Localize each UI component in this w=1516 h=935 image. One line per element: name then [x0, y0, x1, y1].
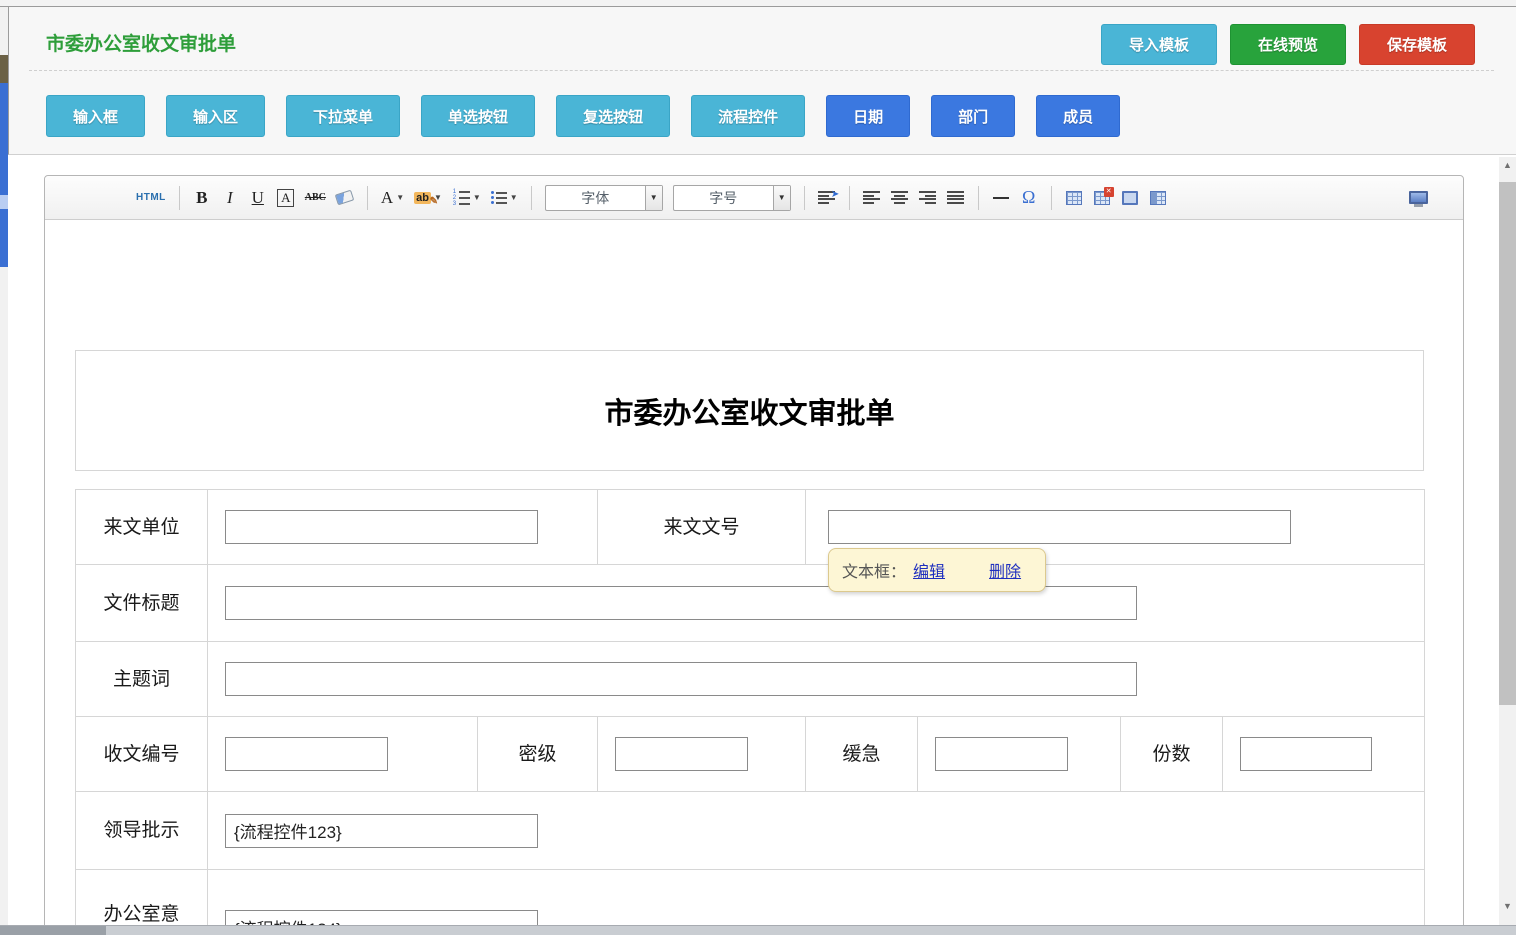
form-designer-header: 市委办公室收文审批单 导入模板 在线预览 保存模板 输入框 输入区 下拉菜单 单… — [8, 7, 1516, 155]
keywords-label: 主题词 — [76, 642, 208, 717]
background-page-sliver — [0, 7, 8, 935]
font-family-select[interactable]: 字体 ▼ — [545, 185, 663, 211]
copies-label: 份数 — [1121, 717, 1223, 792]
source-unit-label: 来文单位 — [76, 490, 208, 565]
insert-table-icon[interactable] — [1062, 184, 1086, 212]
form-fields-table: 来文单位 来文文号 文件标题 主题词 收文编号 密级 缓急 份数 — [75, 489, 1425, 935]
edit-link[interactable]: 编辑 — [913, 558, 945, 582]
dashed-separator — [29, 70, 1494, 71]
security-level-label: 密级 — [478, 717, 598, 792]
highlight-color-icon[interactable]: ab✎▼ — [411, 184, 445, 212]
horizontal-scrollbar-thumb[interactable] — [0, 926, 106, 935]
widget-dropdown-button[interactable]: 下拉菜单 — [286, 95, 400, 137]
unordered-list-icon[interactable]: ▼ — [488, 184, 521, 212]
italic-icon[interactable]: I — [218, 184, 242, 212]
align-justify-icon[interactable] — [944, 184, 968, 212]
delete-table-icon[interactable] — [1090, 184, 1114, 212]
editor-toolbar: HTML B I U A ABC A▼ ab✎▼ 1 2 3 ▼ ▼ 字体 ▼ — [45, 176, 1463, 220]
scroll-up-arrow-icon[interactable]: ▲ — [1499, 160, 1516, 170]
table-row: 收文编号 密级 缓急 份数 — [76, 717, 1425, 792]
form-title: 市委办公室收文审批单 — [604, 390, 894, 432]
save-template-button[interactable]: 保存模板 — [1359, 24, 1475, 65]
leader-comment-input[interactable] — [225, 814, 538, 848]
window-top-edge — [0, 0, 1516, 7]
widget-toolbar: 输入框 输入区 下拉菜单 单选按钮 复选按钮 流程控件 日期 部门 成员 — [46, 95, 1120, 137]
copies-input[interactable] — [1240, 737, 1372, 771]
security-level-input[interactable] — [615, 737, 748, 771]
widget-flow-control-button[interactable]: 流程控件 — [691, 95, 805, 137]
vertical-scrollbar-thumb[interactable] — [1499, 182, 1516, 705]
font-color-icon[interactable]: A▼ — [378, 184, 407, 212]
strikethrough-icon[interactable]: ABC — [302, 184, 329, 212]
special-char-icon[interactable]: Ω — [1017, 184, 1041, 212]
horizontal-scrollbar[interactable] — [0, 925, 1516, 935]
widget-input-box-button[interactable]: 输入框 — [46, 95, 145, 137]
doc-title-label: 文件标题 — [76, 565, 208, 642]
receipt-number-label: 收文编号 — [76, 717, 208, 792]
template-actions: 导入模板 在线预览 保存模板 — [1101, 24, 1475, 65]
urgency-input[interactable] — [935, 737, 1068, 771]
toolbar-separator — [804, 186, 805, 210]
indent-icon[interactable]: ➤ — [815, 184, 839, 212]
ordered-list-icon[interactable]: 1 2 3 ▼ — [449, 184, 484, 212]
delete-link[interactable]: 删除 — [989, 558, 1021, 582]
receipt-number-input[interactable] — [225, 737, 388, 771]
urgency-label: 缓急 — [806, 717, 918, 792]
bold-icon[interactable]: B — [190, 184, 214, 212]
leader-comment-label: 领导批示 — [76, 792, 208, 870]
import-template-button[interactable]: 导入模板 — [1101, 24, 1217, 65]
table-row: 领导批示 — [76, 792, 1425, 870]
source-unit-input[interactable] — [225, 510, 538, 544]
widget-date-button[interactable]: 日期 — [826, 95, 910, 137]
widget-textarea-button[interactable]: 输入区 — [166, 95, 265, 137]
toolbar-separator — [1051, 186, 1052, 210]
toolbar-separator — [367, 186, 368, 210]
horizontal-rule-icon[interactable] — [989, 184, 1013, 212]
form-title-block: 市委办公室收文审批单 — [75, 350, 1424, 471]
chevron-down-icon[interactable]: ▼ — [645, 186, 662, 210]
toolbar-separator — [978, 186, 979, 210]
editor-content[interactable]: 市委办公室收文审批单 来文单位 来文文号 文件标题 主题词 收文 — [45, 220, 1463, 935]
table-row: 文件标题 — [76, 565, 1425, 642]
tooltip-label: 文本框： — [842, 558, 906, 582]
table-row: 来文单位 来文文号 — [76, 490, 1425, 565]
background-icon-fragment — [0, 55, 8, 83]
align-right-icon[interactable] — [916, 184, 940, 212]
eraser-icon[interactable] — [333, 184, 357, 212]
styled-text-icon[interactable]: A — [274, 184, 298, 212]
source-number-input[interactable] — [828, 510, 1291, 544]
page-title: 市委办公室收文审批单 — [46, 29, 236, 56]
align-center-icon[interactable] — [888, 184, 912, 212]
font-size-select[interactable]: 字号 ▼ — [673, 185, 791, 211]
table-row: 主题词 — [76, 642, 1425, 717]
underline-icon[interactable]: U — [246, 184, 270, 212]
cell-properties-icon[interactable] — [1146, 184, 1170, 212]
align-left-icon[interactable] — [860, 184, 884, 212]
widget-checkbox-button[interactable]: 复选按钮 — [556, 95, 670, 137]
chevron-down-icon[interactable]: ▼ — [773, 186, 790, 210]
widget-radio-button[interactable]: 单选按钮 — [421, 95, 535, 137]
widget-department-button[interactable]: 部门 — [931, 95, 1015, 137]
background-light-fragment — [0, 195, 8, 209]
online-preview-button[interactable]: 在线预览 — [1230, 24, 1346, 65]
background-blue-fragment — [0, 83, 8, 267]
toolbar-separator — [849, 186, 850, 210]
table-properties-icon[interactable] — [1118, 184, 1142, 212]
scroll-down-arrow-icon[interactable]: ▼ — [1499, 901, 1516, 911]
widget-member-button[interactable]: 成员 — [1036, 95, 1120, 137]
source-icon[interactable]: HTML — [133, 184, 169, 212]
toolbar-separator — [179, 186, 180, 210]
fullscreen-icon[interactable] — [1406, 184, 1431, 212]
vertical-scrollbar[interactable]: ▲ ▼ — [1499, 157, 1516, 925]
keywords-input[interactable] — [225, 662, 1137, 696]
rich-text-editor: HTML B I U A ABC A▼ ab✎▼ 1 2 3 ▼ ▼ 字体 ▼ — [44, 175, 1464, 935]
source-number-label: 来文文号 — [598, 490, 806, 565]
toolbar-separator — [531, 186, 532, 210]
textbox-tooltip: 文本框： 编辑 删除 — [828, 548, 1046, 592]
